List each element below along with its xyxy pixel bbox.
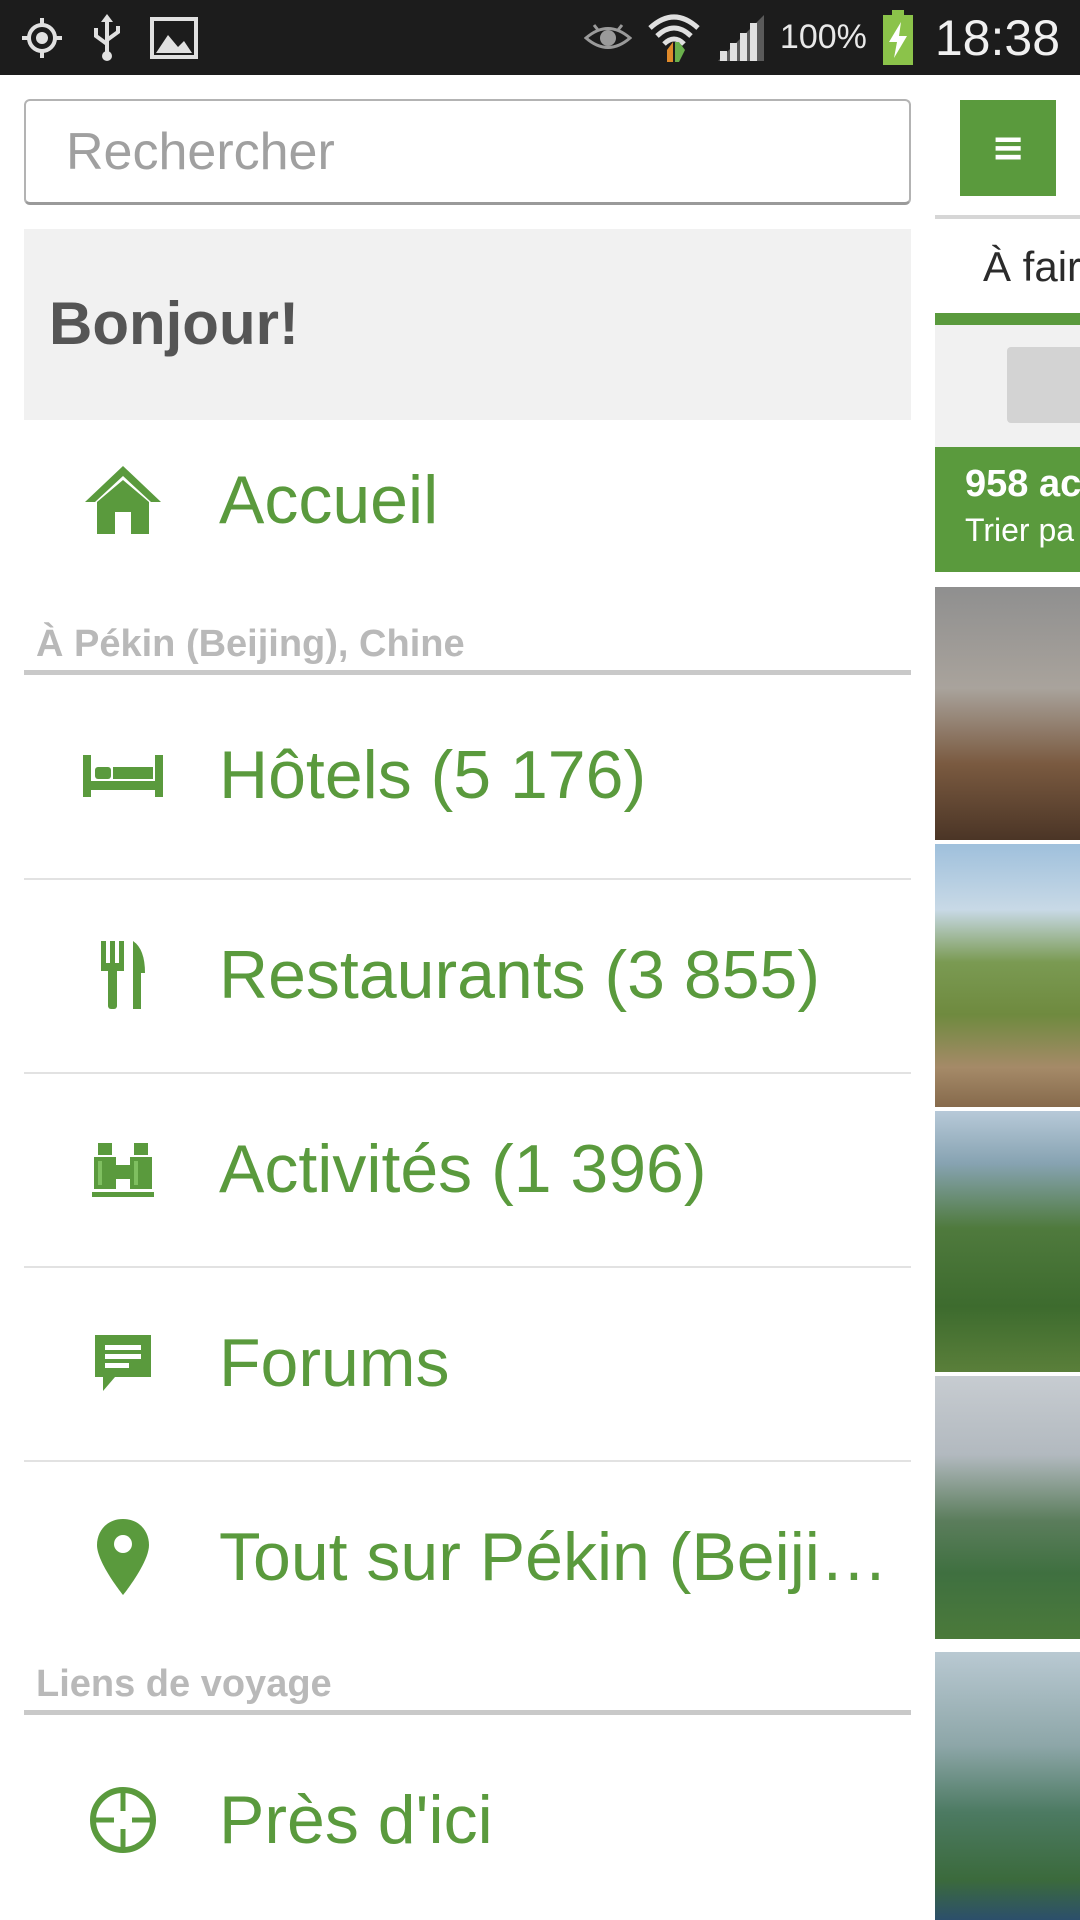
usb-icon [90, 13, 124, 62]
chat-icon [75, 1315, 171, 1411]
bed-icon [75, 727, 171, 823]
section-header-city: À Pékin (Beijing), Chine [24, 623, 911, 675]
menu-icon: ≡ [991, 125, 1025, 171]
section-header-travel: Liens de voyage [24, 1663, 911, 1715]
gps-icon [20, 16, 64, 60]
nav-item-city-guide[interactable]: Tout sur Pékin (Beiji… [24, 1462, 911, 1652]
eye-icon [583, 21, 632, 55]
map-pin-icon [75, 1509, 171, 1605]
tab-things-to-do[interactable]: À fair [935, 219, 1080, 315]
section-label: À Pékin (Beijing), Chine [36, 623, 465, 665]
crosshair-icon [75, 1772, 171, 1868]
fork-knife-icon [75, 927, 171, 1023]
nav-item-hotels[interactable]: Hôtels (5 176) [24, 680, 911, 870]
nav-item-nearby[interactable]: Près d'ici [24, 1735, 911, 1905]
sort-link[interactable]: Trier pa [965, 512, 1080, 549]
attraction-photo[interactable] [935, 587, 1080, 840]
filter-chip[interactable] [1007, 347, 1080, 423]
battery-percent: 100% [779, 18, 867, 56]
menu-button[interactable]: ≡ [960, 100, 1056, 196]
attraction-photo[interactable] [935, 844, 1080, 1107]
wifi-icon [646, 12, 702, 64]
nav-item-forums[interactable]: Forums [24, 1268, 911, 1458]
nav-item-restaurants[interactable]: Restaurants (3 855) [24, 880, 911, 1070]
results-banner: 958 ac Trier pa [935, 447, 1080, 572]
section-label: Liens de voyage [36, 1663, 332, 1705]
navigation-drawer: Bonjour! Accueil À Pékin (Beijing), Chin… [0, 75, 935, 1920]
image-icon [150, 16, 198, 59]
attraction-photo[interactable] [935, 1376, 1080, 1639]
nav-item-label: Tout sur Pékin (Beiji… [219, 1519, 888, 1595]
nav-item-label: Restaurants (3 855) [219, 937, 820, 1013]
binoculars-icon [75, 1121, 171, 1217]
nav-item-label: Forums [219, 1325, 450, 1401]
signal-icon [716, 13, 766, 63]
status-bar: 100% 18:38 [0, 0, 1080, 75]
home-icon [75, 452, 171, 548]
nav-item-label: Hôtels (5 176) [219, 737, 647, 813]
filter-bar [935, 325, 1080, 447]
clock: 18:38 [934, 9, 1060, 66]
tab-indicator [935, 313, 1080, 325]
greeting-text: Bonjour! [49, 290, 299, 357]
results-count: 958 ac [965, 463, 1080, 505]
nav-item-activities[interactable]: Activités (1 396) [24, 1074, 911, 1264]
search-input[interactable] [24, 99, 911, 205]
nav-item-label: Près d'ici [219, 1782, 493, 1858]
nav-item-label: Accueil [219, 462, 439, 538]
greeting-panel: Bonjour! [24, 229, 911, 420]
nav-item-home[interactable]: Accueil [24, 445, 911, 555]
attraction-photo[interactable] [935, 1652, 1080, 1920]
background-content: ≡ À fair 958 ac Trier pa [935, 75, 1080, 1920]
battery-charging-icon [881, 9, 915, 66]
nav-item-label: Activités (1 396) [219, 1131, 707, 1207]
attraction-photo[interactable] [935, 1111, 1080, 1372]
